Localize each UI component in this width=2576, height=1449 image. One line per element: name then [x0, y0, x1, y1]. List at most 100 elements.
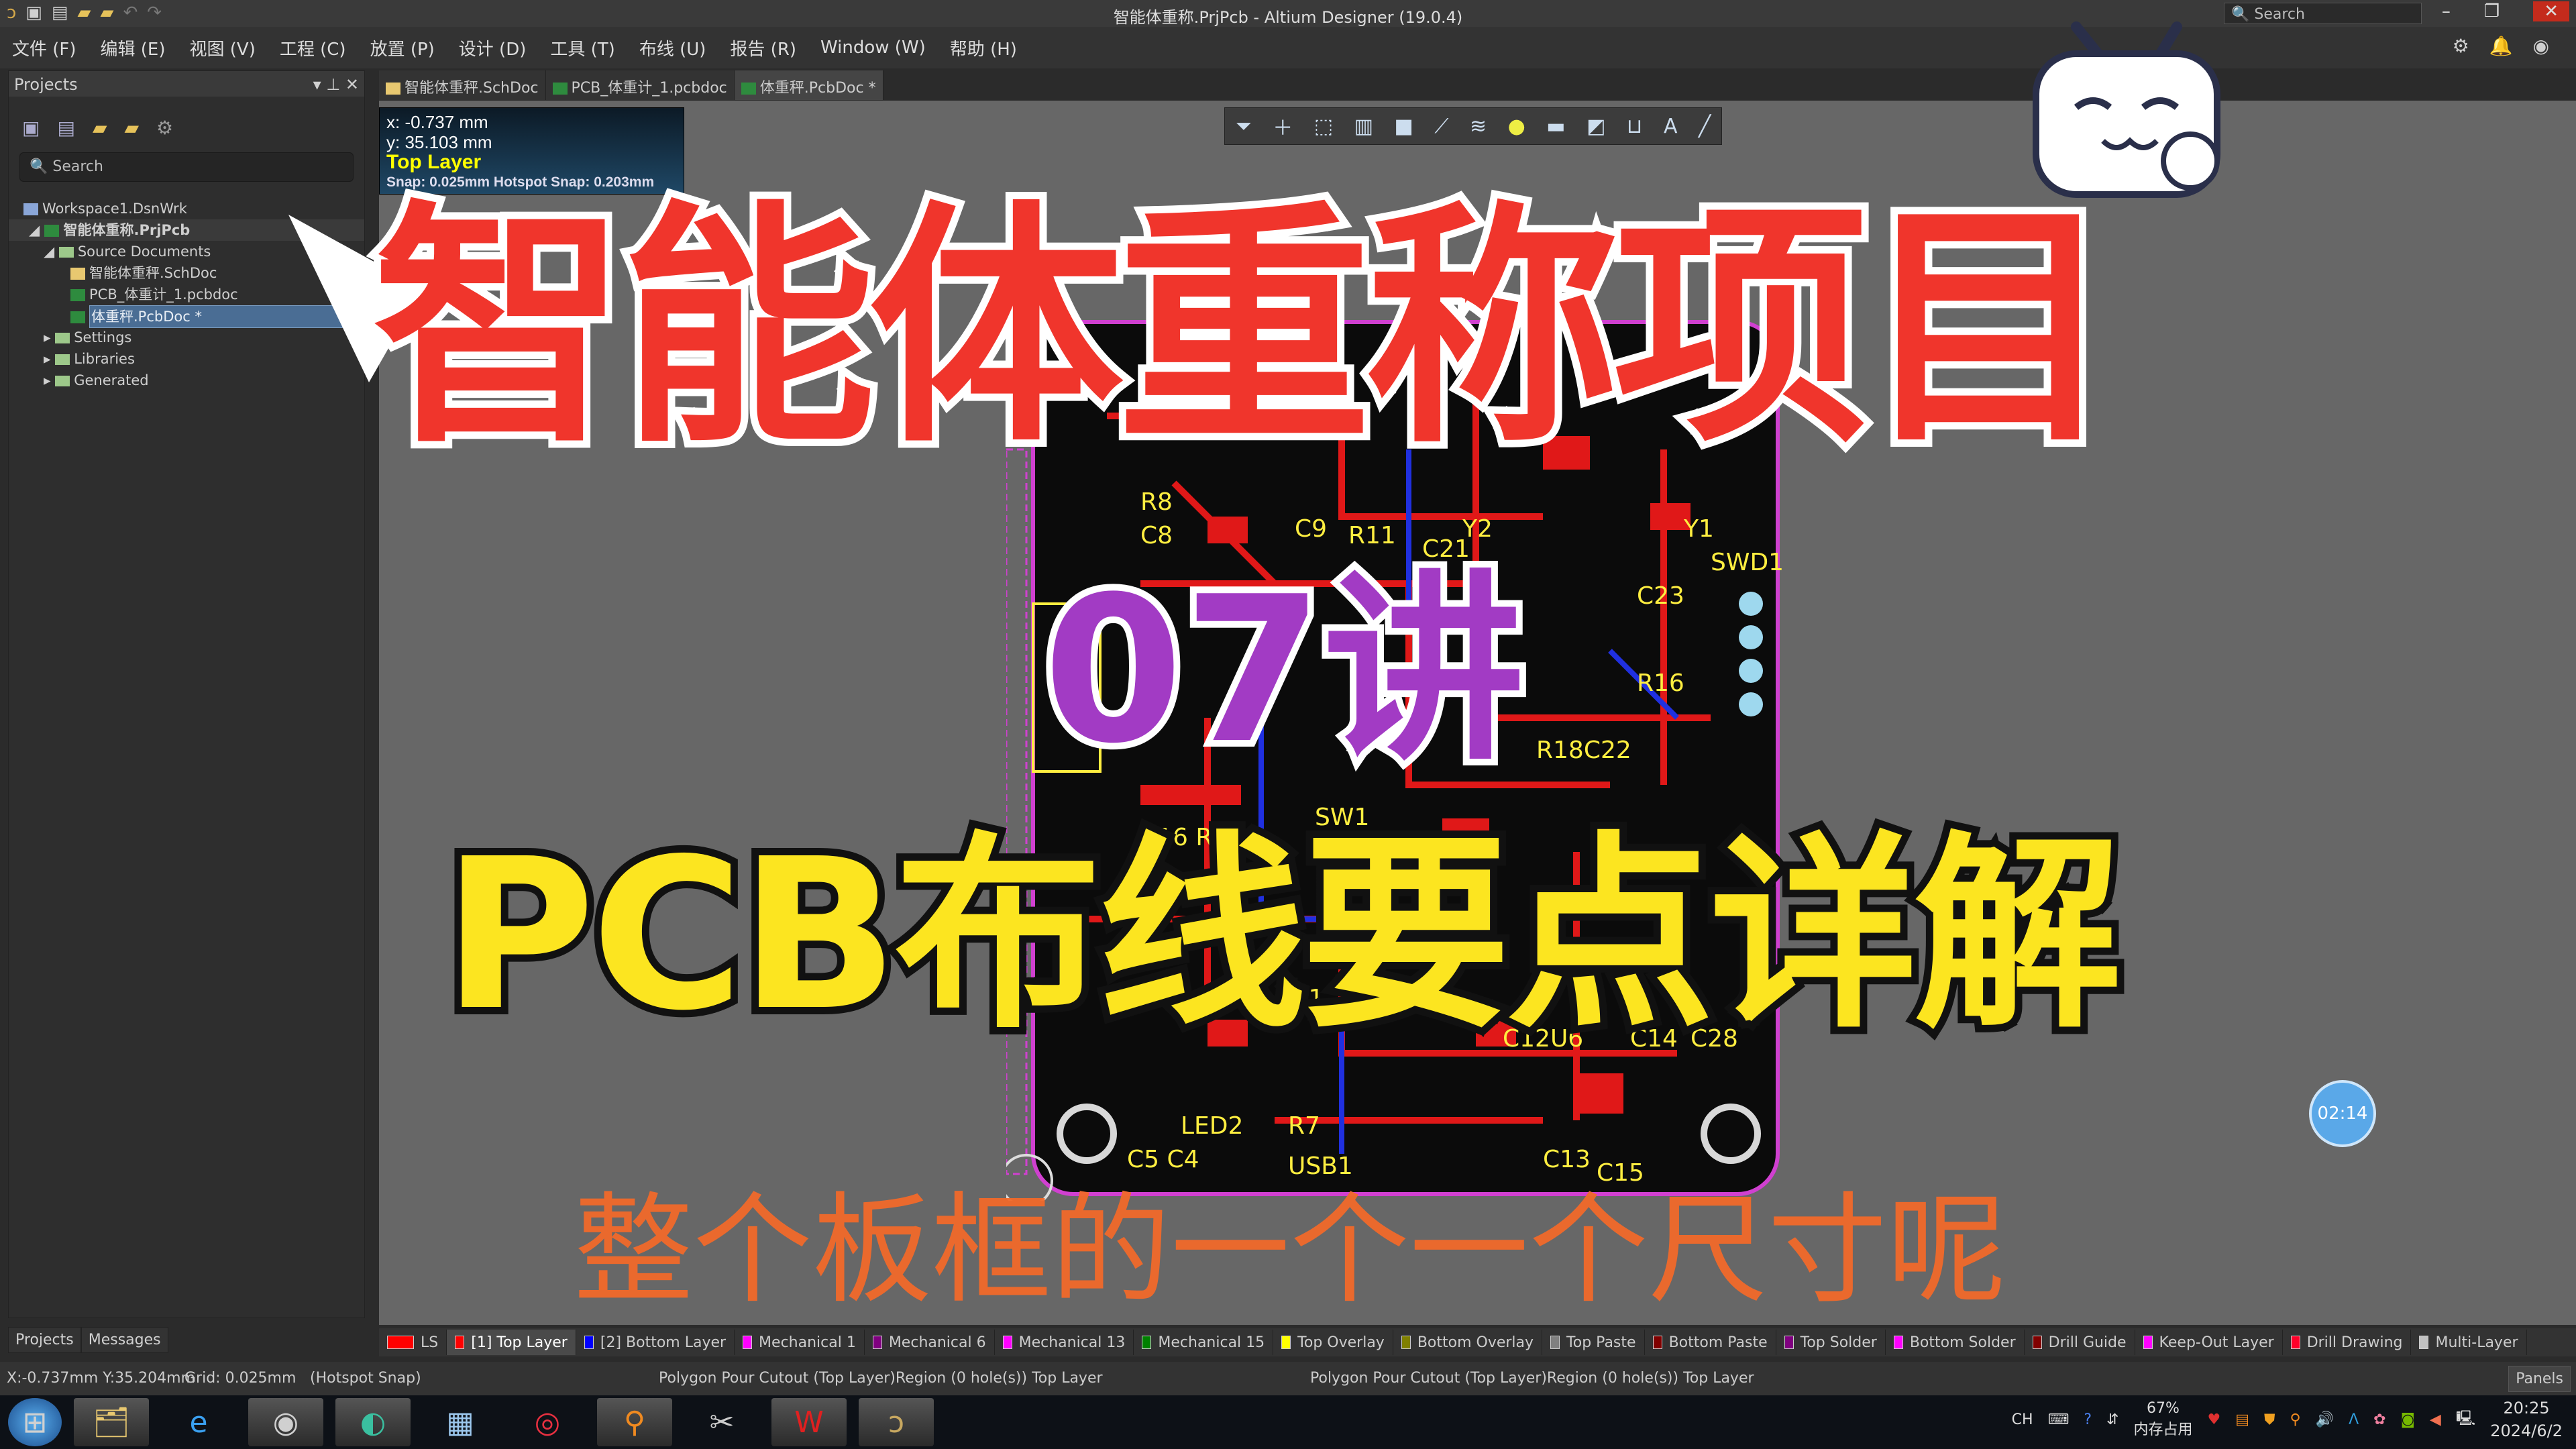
- layer-tab[interactable]: Mechanical 15: [1134, 1330, 1274, 1355]
- help-icon[interactable]: ?: [2084, 1411, 2092, 1428]
- ie-icon[interactable]: e: [161, 1398, 236, 1446]
- layer-tab[interactable]: Mechanical 6: [865, 1330, 995, 1355]
- open-folder-icon[interactable]: ▰: [93, 117, 107, 139]
- overlay-episode: 07讲: [1036, 553, 1531, 788]
- layer-tab[interactable]: Drill Drawing: [2283, 1330, 2412, 1355]
- layer-tab[interactable]: Bottom Solder: [1886, 1330, 2025, 1355]
- dimension-icon[interactable]: ⊔: [1627, 115, 1642, 138]
- altium-icon[interactable]: ↄ: [859, 1398, 934, 1446]
- menu-window[interactable]: Window (W): [820, 38, 926, 58]
- layer-tab[interactable]: Mechanical 1: [735, 1330, 865, 1355]
- nvidia-icon[interactable]: ◙: [2401, 1411, 2415, 1428]
- layer-tab[interactable]: Drill Guide: [2025, 1330, 2135, 1355]
- menu-edit[interactable]: 编辑 (E): [101, 36, 166, 60]
- menu-design[interactable]: 设计 (D): [459, 36, 527, 60]
- user-icon[interactable]: ◉: [2533, 35, 2549, 57]
- tab-schdoc[interactable]: 智能体重秤.SchDoc: [379, 70, 546, 100]
- start-icon[interactable]: ⊞: [8, 1398, 62, 1446]
- menu-view[interactable]: 视图 (V): [190, 36, 256, 60]
- layer-tab[interactable]: Keep-Out Layer: [2135, 1330, 2283, 1355]
- calculator-icon[interactable]: ▦: [423, 1398, 498, 1446]
- panel-menu-icon[interactable]: ▾: [313, 75, 321, 94]
- svg-text:SWD1: SWD1: [1711, 549, 1784, 576]
- select-rect-icon[interactable]: ⬚: [1314, 115, 1333, 138]
- layer-tab[interactable]: LS: [379, 1330, 447, 1355]
- menu-help[interactable]: 帮助 (H): [950, 36, 1017, 60]
- layer-color-swatch: [1401, 1336, 1411, 1349]
- speaker-icon[interactable]: ◀: [2430, 1411, 2441, 1428]
- polygon-icon[interactable]: ◩: [1587, 115, 1605, 138]
- project-search-input[interactable]: 🔍 Search: [19, 152, 354, 182]
- network-small-icon[interactable]: ⇵: [2106, 1411, 2118, 1428]
- menu-tools[interactable]: 工具 (T): [550, 36, 614, 60]
- tab-pcbdoc-active[interactable]: 体重秤.PcbDoc *: [734, 70, 883, 100]
- route-icon[interactable]: ⟋: [1434, 115, 1448, 138]
- layer-tab[interactable]: Top Solder: [1776, 1330, 1886, 1355]
- gear-icon[interactable]: ⚙: [2453, 35, 2469, 57]
- restore-button[interactable]: ❐: [2484, 1, 2500, 21]
- menu-project[interactable]: 工程 (C): [280, 36, 346, 60]
- layer-tab[interactable]: Multi-Layer: [2411, 1330, 2527, 1355]
- tray-app-icon[interactable]: ▤: [2235, 1411, 2249, 1428]
- align-icon[interactable]: ▥: [1354, 115, 1373, 138]
- compile-icon[interactable]: ▤: [57, 117, 74, 139]
- layer-tab[interactable]: Top Overlay: [1273, 1330, 1393, 1355]
- chrome-icon[interactable]: ◉: [248, 1398, 323, 1446]
- memory-usage[interactable]: 67% 内存占用: [2133, 1398, 2192, 1441]
- menu-route[interactable]: 布线 (U): [639, 36, 706, 60]
- layer-tab[interactable]: [2] Bottom Layer: [576, 1330, 735, 1355]
- component-icon[interactable]: ■: [1395, 115, 1413, 138]
- layer-tab[interactable]: Top Paste: [1542, 1330, 1645, 1355]
- wps-icon[interactable]: W: [771, 1398, 847, 1446]
- search-tool-icon[interactable]: ⚲: [2290, 1411, 2301, 1428]
- layer-tab[interactable]: Bottom Paste: [1645, 1330, 1776, 1355]
- fill-icon[interactable]: ▬: [1546, 115, 1565, 138]
- layer-tab[interactable]: Bottom Overlay: [1393, 1330, 1543, 1355]
- global-search-input[interactable]: 🔍 Search: [2224, 3, 2422, 24]
- clock[interactable]: 20:25 2024/6/2: [2490, 1397, 2563, 1442]
- shield-icon[interactable]: ⛊: [2264, 1411, 2275, 1428]
- search-tool-icon[interactable]: ⚲: [597, 1398, 672, 1446]
- panel-close-icon[interactable]: ✕: [345, 75, 359, 94]
- tree-label: Libraries: [74, 351, 135, 367]
- tab-messages[interactable]: Messages: [80, 1327, 168, 1353]
- system-tray: CH ⌨ ? ⇵ 67% 内存占用 ♥ ▤ ⛊ ⚲ 🔊 Λ ✿ ◙ ◀ 🖳 20:…: [2012, 1397, 2563, 1442]
- snipping-icon[interactable]: ✂: [684, 1398, 759, 1446]
- volume-icon[interactable]: 🔊: [2316, 1411, 2334, 1428]
- panels-button[interactable]: Panels: [2508, 1366, 2571, 1392]
- bell-icon[interactable]: 🔔: [2489, 35, 2513, 57]
- tray-app-icon[interactable]: ✿: [2373, 1411, 2385, 1428]
- gear-icon[interactable]: ⚙: [156, 117, 173, 139]
- autodesk-icon[interactable]: Λ: [2349, 1411, 2359, 1428]
- pin-icon[interactable]: ⊥: [326, 75, 340, 94]
- network-icon[interactable]: 🖳: [2456, 1407, 2475, 1432]
- menu-file[interactable]: 文件 (F): [12, 36, 76, 60]
- filter-icon[interactable]: ⏷: [1236, 115, 1252, 138]
- tab-projects[interactable]: Projects: [8, 1327, 81, 1353]
- keyboard-icon[interactable]: ⌨: [2048, 1411, 2070, 1428]
- layer-tab[interactable]: Mechanical 13: [995, 1330, 1134, 1355]
- pcb-icon: [741, 83, 756, 95]
- layer-label: Top Overlay: [1297, 1334, 1385, 1351]
- ime-indicator[interactable]: CH: [2012, 1411, 2033, 1428]
- layer-tab[interactable]: [1] Top Layer: [447, 1330, 576, 1355]
- tray-app-icon[interactable]: ♥: [2207, 1411, 2220, 1428]
- netease-music-icon[interactable]: ◎: [510, 1398, 585, 1446]
- folder-icon: [55, 333, 70, 343]
- memory-label: 内存占用: [2133, 1421, 2193, 1438]
- minimize-button[interactable]: –: [2442, 1, 2451, 21]
- explorer-icon[interactable]: 🗂: [74, 1398, 149, 1446]
- folder-settings-icon[interactable]: ▰: [124, 117, 139, 139]
- close-button[interactable]: ✕: [2533, 1, 2569, 21]
- diff-pair-icon[interactable]: ≋: [1470, 115, 1487, 138]
- menu-reports[interactable]: 报告 (R): [730, 36, 796, 60]
- plus-icon[interactable]: ＋: [1273, 111, 1293, 141]
- tab-pcbdoc-1[interactable]: PCB_体重计_1.pcbdoc: [545, 70, 735, 100]
- status-bar: X:-0.737mm Y:35.204mm Grid: 0.025mm (Hot…: [0, 1362, 2576, 1395]
- menu-place[interactable]: 放置 (P): [370, 36, 435, 60]
- pad-icon[interactable]: ●: [1508, 115, 1525, 138]
- text-icon[interactable]: A: [1664, 115, 1678, 138]
- line-icon[interactable]: ╱: [1699, 115, 1711, 138]
- save-project-icon[interactable]: ▣: [22, 117, 40, 139]
- edge-dev-icon[interactable]: ◐: [335, 1398, 411, 1446]
